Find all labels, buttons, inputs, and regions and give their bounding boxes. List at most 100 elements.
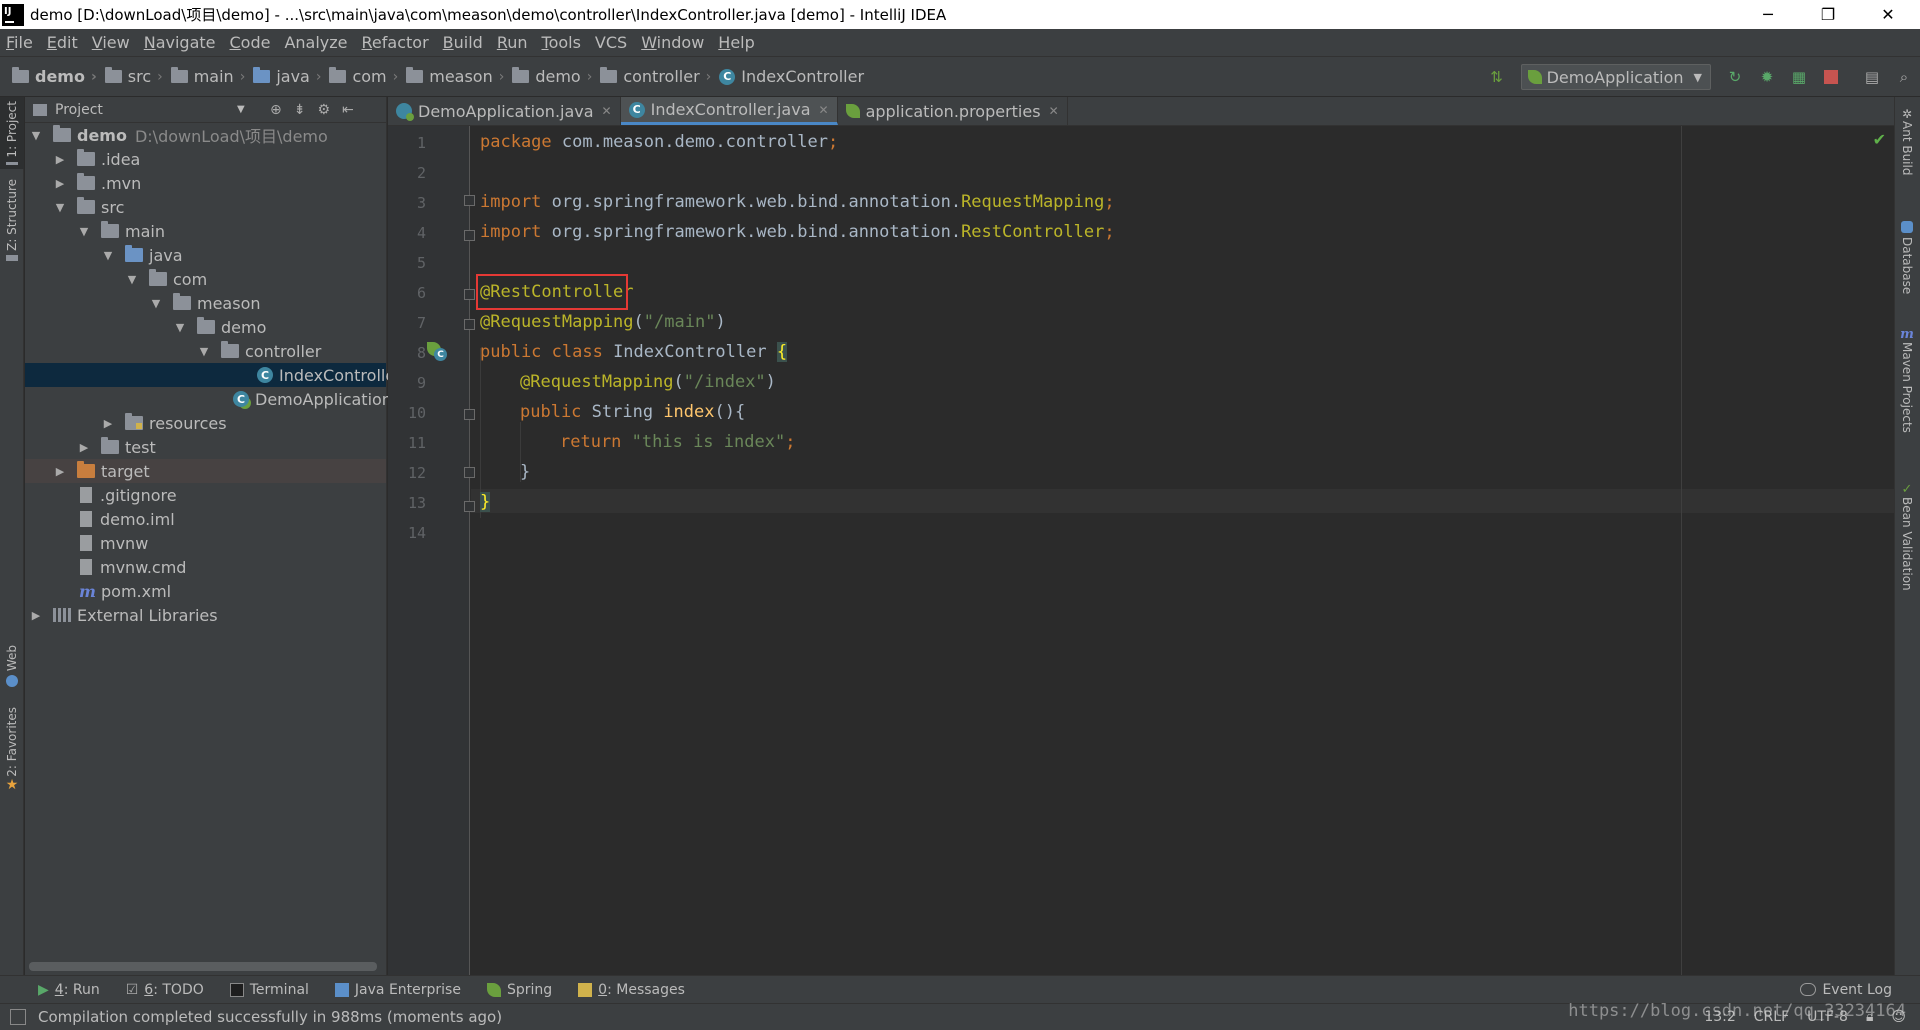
project-structure-icon[interactable]: ▤ <box>1861 66 1883 88</box>
gear-icon[interactable]: ⚙ <box>317 102 330 118</box>
tree-item-main[interactable]: ▼ main <box>25 219 386 243</box>
tab-structure[interactable]: Z: Structure <box>0 179 24 265</box>
expand-arrow-icon[interactable]: ▶ <box>53 177 67 190</box>
tab-project[interactable]: 1: Project <box>0 97 24 169</box>
tree-item-mvnw[interactable]: mvnw <box>25 531 386 555</box>
status-message[interactable]: Compilation completed successfully in 98… <box>38 1008 502 1026</box>
collapse-arrow-icon[interactable]: ▼ <box>149 297 163 310</box>
expand-arrow-icon[interactable]: ▶ <box>77 441 91 454</box>
locate-icon[interactable]: ⊕ <box>270 102 282 118</box>
expand-arrow-icon[interactable]: ▶ <box>29 609 43 622</box>
tab-terminal[interactable]: Terminal <box>229 982 309 998</box>
search-icon[interactable]: ⌕ <box>1893 66 1915 88</box>
code-editor[interactable]: 1 2 3 4 5 6 7 8 9 10 11 12 13 14 C packa… <box>388 126 1894 975</box>
breadcrumb-java[interactable]: java › <box>253 67 321 86</box>
menu-navigate[interactable]: Navigate <box>144 33 216 52</box>
menu-vcs[interactable]: VCS <box>595 33 627 52</box>
tree-item-mvn[interactable]: ▶ .mvn <box>25 171 386 195</box>
event-log-button[interactable]: Event Log <box>1800 982 1892 998</box>
tab-database[interactable]: Database <box>1895 217 1919 305</box>
tab-favorites[interactable]: 2: Favorites ★ <box>0 707 24 793</box>
chevron-down-icon[interactable]: ▼ <box>237 104 245 115</box>
expand-arrow-icon[interactable]: ▶ <box>53 153 67 166</box>
project-view-selector[interactable]: Project <box>55 102 103 118</box>
stop-icon[interactable] <box>1820 66 1842 88</box>
collapse-arrow-icon[interactable]: ▼ <box>101 249 115 262</box>
horizontal-scrollbar[interactable] <box>29 962 377 971</box>
tree-item-meason[interactable]: ▼ meason <box>25 291 386 315</box>
vcs-sort-icon[interactable]: ⇅ <box>1486 66 1508 88</box>
expand-arrow-icon[interactable]: ▼ <box>29 129 43 142</box>
close-button[interactable]: ✕ <box>1860 0 1916 29</box>
editor-gutter[interactable]: 1 2 3 4 5 6 7 8 9 10 11 12 13 14 C <box>388 126 475 975</box>
breadcrumb-main[interactable]: main › <box>170 67 245 86</box>
spring-bean-gutter-icon[interactable]: C <box>427 342 447 362</box>
toggle-tool-windows-icon[interactable] <box>10 1009 26 1025</box>
fold-marker-icon[interactable] <box>464 501 475 512</box>
tree-item-controller[interactable]: ▼ controller <box>25 339 386 363</box>
tree-item-idea[interactable]: ▶ .idea <box>25 147 386 171</box>
tree-item-java[interactable]: ▼ java <box>25 243 386 267</box>
hide-panel-icon[interactable]: ⇤ <box>342 102 354 118</box>
tree-item-demoapplication[interactable]: C DemoApplication <box>25 387 392 411</box>
breadcrumb-demo[interactable]: demo › <box>12 67 97 86</box>
tree-item-src[interactable]: ▼ src <box>25 195 386 219</box>
tab-messages[interactable]: 0: Messages <box>578 982 685 998</box>
restore-button[interactable]: ❐ <box>1800 0 1856 29</box>
tab-spring[interactable]: Spring <box>486 982 552 998</box>
tree-item-demo-root[interactable]: ▼ demo D:\downLoad\项目\demo <box>25 123 386 147</box>
breadcrumb-controller[interactable]: controller › <box>600 67 711 86</box>
collapse-arrow-icon[interactable]: ▼ <box>197 345 211 358</box>
fold-marker-icon[interactable] <box>464 319 475 330</box>
tab-todo[interactable]: ☑ 6: TODO <box>126 982 204 998</box>
fold-marker-icon[interactable] <box>464 230 475 241</box>
menu-tools[interactable]: Tools <box>542 33 581 52</box>
collapse-arrow-icon[interactable]: ▼ <box>125 273 139 286</box>
tree-item-target[interactable]: ▶ target <box>25 459 386 483</box>
menu-build[interactable]: Build <box>443 33 483 52</box>
menu-analyze[interactable]: Analyze <box>284 33 347 52</box>
fold-marker-icon[interactable] <box>464 289 475 300</box>
breadcrumb-indexcontroller[interactable]: C IndexController <box>719 67 864 86</box>
tree-item-external-libraries[interactable]: ▶ External Libraries <box>25 603 386 627</box>
menu-code[interactable]: Code <box>230 33 271 52</box>
tab-run[interactable]: ▶ 4: Run <box>38 982 100 998</box>
tab-ant-build[interactable]: ✲ Ant Build <box>1895 107 1919 187</box>
menu-window[interactable]: Window <box>641 33 704 52</box>
tree-item-pom[interactable]: m pom.xml <box>25 579 386 603</box>
collapse-all-icon[interactable]: ⇟ <box>294 102 306 118</box>
expand-arrow-icon[interactable]: ▶ <box>101 417 115 430</box>
breadcrumb-src[interactable]: src › <box>104 67 163 86</box>
breadcrumb-meason[interactable]: meason › <box>406 67 504 86</box>
tab-indexcontroller-java[interactable]: C IndexController.java ✕ <box>620 97 838 125</box>
fold-marker-icon[interactable] <box>464 195 475 206</box>
expand-arrow-icon[interactable]: ▶ <box>53 465 67 478</box>
menu-help[interactable]: Help <box>718 33 754 52</box>
menu-edit[interactable]: Edit <box>47 33 78 52</box>
collapse-arrow-icon[interactable]: ▼ <box>53 201 67 214</box>
tree-item-com[interactable]: ▼ com <box>25 267 386 291</box>
tab-demoapplication-java[interactable]: DemoApplication.java ✕ <box>388 97 621 125</box>
tab-java-enterprise[interactable]: Java Enterprise <box>334 982 461 998</box>
tab-application-properties[interactable]: application.properties ✕ <box>838 97 1068 125</box>
menu-refactor[interactable]: Refactor <box>362 33 429 52</box>
collapse-arrow-icon[interactable]: ▼ <box>173 321 187 334</box>
tree-item-demo-package[interactable]: ▼ demo <box>25 315 386 339</box>
close-tab-icon[interactable]: ✕ <box>602 104 612 118</box>
tree-item-test[interactable]: ▶ test <box>25 435 386 459</box>
menu-view[interactable]: View <box>92 33 130 52</box>
fold-marker-icon[interactable] <box>464 467 475 478</box>
tree-item-indexcontroller[interactable]: C IndexController <box>25 363 402 387</box>
tree-item-resources[interactable]: ▶ resources <box>25 411 386 435</box>
collapse-arrow-icon[interactable]: ▼ <box>77 225 91 238</box>
tree-item-mvnw-cmd[interactable]: mvnw.cmd <box>25 555 386 579</box>
close-tab-icon[interactable]: ✕ <box>1049 104 1059 118</box>
minimize-button[interactable]: ─ <box>1740 0 1796 29</box>
rerun-icon[interactable]: ↻ <box>1724 66 1746 88</box>
breadcrumb-demo-package[interactable]: demo › <box>512 67 592 86</box>
breadcrumb-com[interactable]: com › <box>329 67 398 86</box>
debug-icon[interactable]: ✹ <box>1756 66 1778 88</box>
close-tab-icon[interactable]: ✕ <box>819 103 829 117</box>
tab-maven-projects[interactable]: m Maven Projects <box>1895 327 1919 457</box>
menu-run[interactable]: Run <box>497 33 528 52</box>
